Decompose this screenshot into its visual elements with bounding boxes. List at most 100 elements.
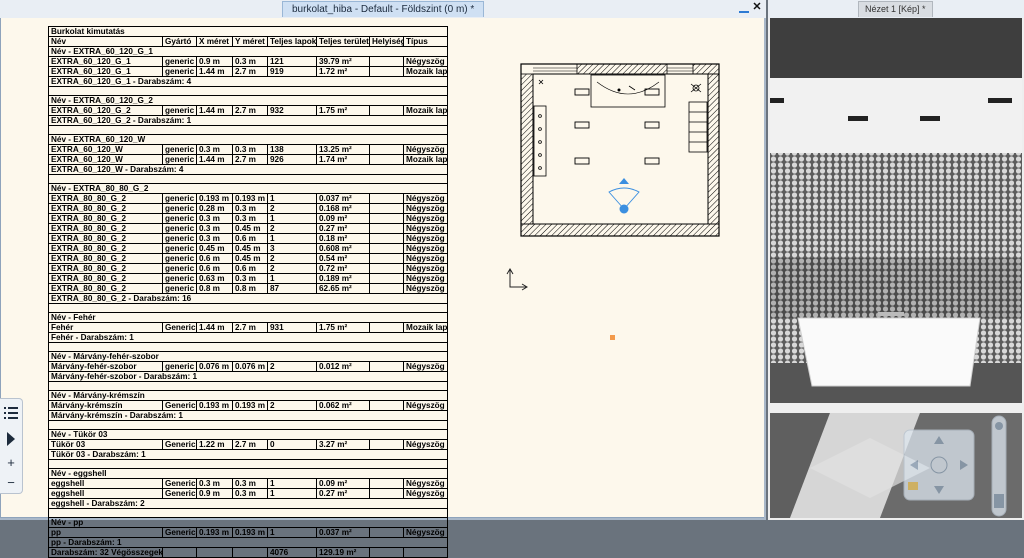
table-cell: [369, 253, 404, 264]
table-cell: 1.75 m²: [316, 105, 370, 116]
table-cell: Mozaik lap: [402, 105, 449, 116]
bathtub[interactable]: [797, 317, 981, 387]
table-cell: [369, 193, 404, 204]
schedule-spacer-row: [48, 125, 449, 135]
schedule-group-row: Név - Márvány-fehér-szobor: [47, 351, 449, 362]
list-icon[interactable]: [0, 403, 22, 423]
plan-canvas[interactable]: Burkolat kimutatás Név Gyártó X méret Y …: [0, 18, 764, 558]
mosaic-shadow: [770, 258, 1022, 318]
group-summary: Márvány-krémszín - Darabszám: 1: [47, 410, 449, 421]
spacer-cell: [316, 381, 370, 391]
spacer-cell: [403, 125, 449, 135]
zoom-in-button[interactable]: +: [0, 453, 22, 473]
table-cell: 931: [267, 322, 317, 333]
table-cell: 0.3 m: [232, 144, 268, 155]
bathtub-symbol[interactable]: [590, 74, 666, 108]
shelf-symbol[interactable]: [688, 101, 708, 153]
table-cell: 0.9 m: [196, 56, 233, 67]
table-cell: [369, 527, 404, 538]
schedule-data-row: EXTRA_80_80_G_2 generic 0.28 m 0.3 m 2 0.168 …: [48, 203, 449, 214]
table-cell: 0.45 m: [232, 253, 268, 264]
spacer-cell: [232, 459, 268, 469]
schedule-summary-row: Márvány-krémszín - Darabszám: 1: [47, 410, 449, 421]
selection-marker[interactable]: [610, 335, 615, 340]
table-cell: Négyszög: [402, 253, 449, 264]
spacer-cell: [403, 174, 449, 184]
table-cell: [369, 439, 404, 450]
zoom-out-button[interactable]: −: [0, 473, 22, 493]
table-cell: generic: [162, 283, 197, 294]
floor-plan-drawing[interactable]: [511, 44, 723, 244]
play-icon[interactable]: [0, 429, 22, 449]
radiator-symbol[interactable]: [533, 105, 547, 177]
table-cell: [369, 213, 404, 224]
schedule-data-row: Tükör 03 Generic 1.22 m 2.7 m 0 3.27 m² Négysz…: [48, 439, 449, 450]
table-cell: 0.189 m²: [316, 273, 370, 284]
table-cell: 121: [267, 56, 317, 67]
table-cell: 2.7 m: [232, 154, 268, 165]
spacer-cell: [162, 303, 197, 313]
column-header: Helyiség: [369, 36, 404, 47]
table-cell: 0.062 m²: [316, 400, 370, 411]
spacer-cell: [232, 508, 268, 518]
table-cell: EXTRA_80_80_G_2: [48, 263, 163, 274]
spacer-cell: [403, 459, 449, 469]
spacer-cell: [162, 459, 197, 469]
table-cell: 138: [267, 144, 317, 155]
table-cell: EXTRA_80_80_G_2: [48, 253, 163, 264]
view-window: Nézet 1 [Kép] *: [768, 0, 1024, 520]
table-cell: [369, 154, 404, 165]
table-cell: Négyszög: [402, 273, 449, 284]
table-cell: 0.3 m: [232, 273, 268, 284]
table-cell: 0.72 m²: [316, 263, 370, 274]
schedule-total-row: Darabszám: 32 Végösszegek: 4076 129.19 m²: [48, 547, 449, 558]
table-cell: Generic: [162, 488, 197, 499]
plan-window-tab[interactable]: burkolat_hiba - Default - Földszint (0 m…: [282, 1, 485, 17]
spacer-cell: [369, 125, 404, 135]
table-cell: [369, 547, 404, 558]
table-cell: Négyszög: [402, 193, 449, 204]
spacer-cell: [316, 342, 370, 352]
zoom-slider[interactable]: [991, 415, 1007, 517]
view-titlebar: Nézet 1 [Kép] *: [768, 0, 1024, 18]
spacer-cell: [232, 381, 268, 391]
table-cell: Négyszög: [402, 223, 449, 234]
schedule-data-row: EXTRA_80_80_G_2 generic 0.3 m 0.45 m 2 0.27 m…: [48, 223, 449, 234]
column-header: Típus: [402, 36, 449, 47]
table-cell: 0.3 m: [232, 56, 268, 67]
group-summary: eggshell - Darabszám: 2: [47, 498, 449, 509]
table-cell: 0: [267, 439, 317, 450]
view-window-tab[interactable]: Nézet 1 [Kép] *: [858, 1, 933, 17]
table-cell: generic: [162, 105, 197, 116]
table-cell: 1.44 m: [196, 105, 233, 116]
group-summary: Márvány-fehér-szobor - Darabszám: 1: [47, 371, 449, 382]
spacer-cell: [232, 86, 268, 96]
group-summary: EXTRA_60_120_W - Darabszám: 4: [47, 164, 449, 175]
camera-viewpoint[interactable]: [608, 178, 640, 214]
spacer-cell: [316, 125, 370, 135]
spacer-cell: [316, 174, 370, 184]
render-view[interactable]: [770, 18, 1022, 518]
table-cell: 0.18 m²: [316, 233, 370, 244]
schedule-data-row: EXTRA_80_80_G_2 generic 0.63 m 0.3 m 1 0.189 …: [48, 273, 449, 284]
group-label: Név - Márvány-fehér-szobor: [47, 351, 449, 362]
spacer-cell: [267, 508, 317, 518]
lamp-symbols[interactable]: [574, 88, 660, 165]
spacer-cell: [316, 420, 370, 430]
table-cell: 0.037 m²: [316, 193, 370, 204]
table-cell: [369, 400, 404, 411]
schedule-data-row: EXTRA_80_80_G_2 generic 0.6 m 0.45 m 2 0.54 m…: [48, 253, 449, 264]
spacer-cell: [162, 125, 197, 135]
table-cell: 0.193 m: [232, 527, 268, 538]
table-cell: 0.09 m²: [316, 213, 370, 224]
schedule-data-row: EXTRA_80_80_G_2 generic 0.3 m 0.6 m 1 0.18 m²…: [48, 233, 449, 244]
table-cell: [369, 273, 404, 284]
navigation-widget[interactable]: [903, 429, 975, 501]
close-button[interactable]: ✕: [751, 1, 763, 15]
table-cell: generic: [162, 263, 197, 274]
table-cell: 0.6 m: [196, 253, 233, 264]
group-label: Név - EXTRA_80_80_G_2: [47, 183, 449, 194]
schedule-spacer-row: [48, 303, 449, 313]
minimize-button[interactable]: [739, 3, 749, 13]
spacer-cell: [196, 174, 233, 184]
